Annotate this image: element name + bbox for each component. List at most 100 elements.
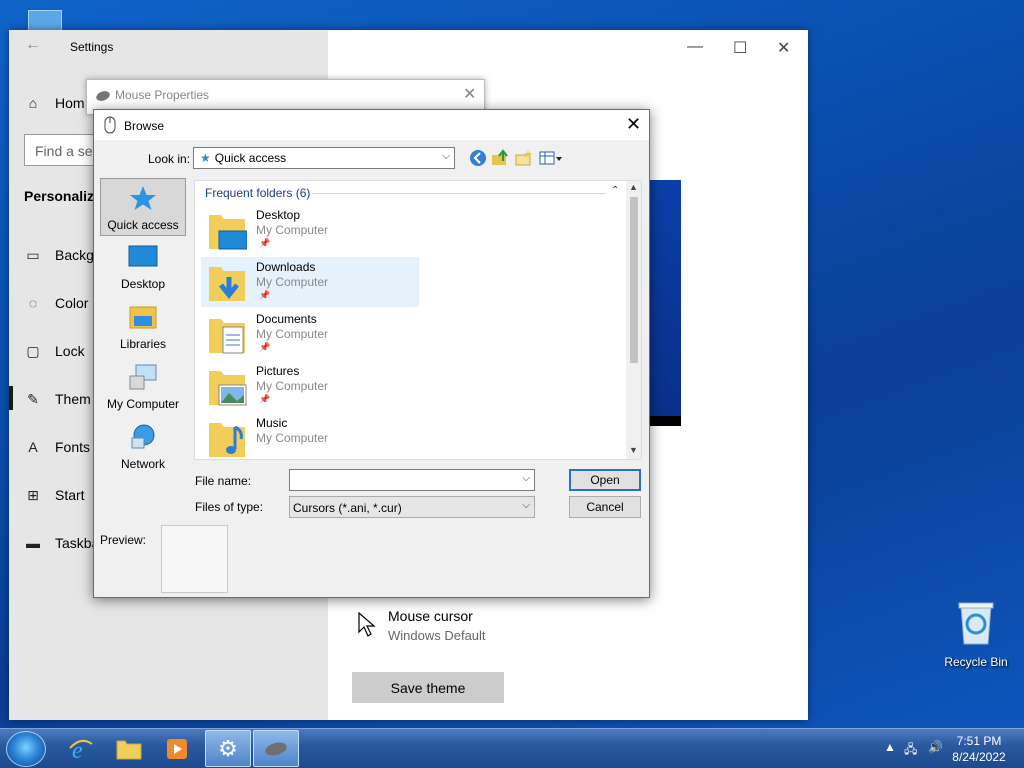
palette-icon: ◌: [28, 295, 38, 311]
group-header[interactable]: Frequent folders (6): [205, 186, 310, 200]
item-location: My Computer: [256, 275, 329, 289]
minimize-icon[interactable]: —: [687, 38, 703, 56]
pin-icon: 📌: [259, 342, 271, 352]
home-icon: ⌂: [28, 95, 38, 111]
taskbar-explorer[interactable]: [106, 730, 152, 767]
close-icon[interactable]: ✕: [626, 114, 641, 135]
chevron-up-icon[interactable]: ⌃: [611, 185, 619, 196]
star-icon: [130, 186, 156, 210]
group-divider: [313, 193, 605, 194]
file-name-input[interactable]: ⌵: [289, 469, 535, 491]
files-of-type-value: Cursors (*.ani, *.cur): [293, 501, 402, 515]
recycle-bin-label: Recycle Bin: [944, 655, 1008, 669]
nav-themes-label: Them: [55, 391, 91, 407]
desktop-icon-partial[interactable]: [28, 10, 62, 32]
nav-fonts[interactable]: A Fonts: [25, 437, 90, 457]
files-of-type-select[interactable]: Cursors (*.ani, *.cur) ⌵: [289, 496, 535, 518]
start-button[interactable]: [6, 731, 46, 767]
close-icon[interactable]: ✕: [463, 84, 476, 104]
file-list[interactable]: Frequent folders (6) ⌃ Desktop My Comput…: [194, 180, 642, 460]
item-location: My Computer: [256, 327, 329, 341]
item-name: Documents: [256, 312, 317, 326]
network-icon[interactable]: 🖧: [904, 740, 917, 761]
preview-label: Preview:: [100, 533, 147, 547]
save-theme-button[interactable]: Save theme: [352, 672, 504, 703]
scroll-thumb[interactable]: [630, 197, 638, 363]
place-label: Libraries: [119, 337, 167, 351]
taskbar-mouse-properties[interactable]: [253, 730, 299, 767]
cancel-button[interactable]: Cancel: [569, 496, 641, 518]
nav-colors[interactable]: ◌ Color: [25, 293, 89, 313]
place-desktop[interactable]: Desktop: [100, 238, 186, 296]
clock[interactable]: 7:51 PM 8/24/2022: [944, 733, 1014, 765]
up-folder-icon[interactable]: [491, 149, 509, 167]
music-folder-icon: [209, 423, 245, 457]
pin-icon: 📌: [259, 394, 271, 404]
folder-icon: [116, 740, 142, 759]
place-label: Quick access: [107, 218, 179, 232]
clock-time: 7:51 PM: [956, 734, 1002, 748]
list-item[interactable]: Desktop My Computer 📌: [201, 205, 419, 255]
place-libraries[interactable]: Libraries: [100, 298, 186, 356]
mouse-cursor-title[interactable]: Mouse cursor: [388, 608, 473, 624]
item-location: My Computer: [256, 431, 329, 445]
nav-start-label: Start: [55, 487, 85, 503]
place-network[interactable]: Network: [100, 418, 186, 476]
chevron-down-icon: ⌵: [522, 500, 530, 511]
theme-preview-image: [649, 180, 681, 426]
place-label: My Computer: [106, 397, 180, 411]
nav-lock-screen[interactable]: ▢ Lock: [25, 341, 84, 361]
themes-icon: ✎: [27, 390, 39, 407]
volume-icon[interactable]: 🔊: [928, 740, 943, 754]
place-my-computer[interactable]: My Computer: [100, 358, 186, 416]
item-name: Downloads: [256, 260, 316, 274]
chevron-down-icon: ⌵: [442, 151, 450, 162]
vertical-scrollbar[interactable]: ▲ ▼: [626, 181, 641, 459]
chevron-down-icon[interactable]: ⌵: [522, 473, 530, 484]
nav-themes[interactable]: ✎ Them: [25, 389, 91, 409]
list-item[interactable]: Music My Computer: [201, 413, 419, 459]
back-icon[interactable]: [469, 149, 487, 167]
look-in-select[interactable]: ★ Quick access ⌵: [193, 147, 455, 169]
taskbar-ie[interactable]: e: [58, 730, 104, 767]
nav-start[interactable]: ⊞ Start: [25, 485, 85, 505]
list-item[interactable]: Pictures My Computer 📌: [201, 361, 419, 411]
back-arrow-icon[interactable]: ←: [25, 36, 41, 54]
new-folder-icon[interactable]: [515, 149, 533, 167]
look-in-label: Look in:: [148, 152, 191, 166]
file-name-label: File name:: [195, 474, 252, 488]
browse-titlebar: Browse ✕: [94, 110, 649, 140]
downloads-folder-icon: [209, 267, 245, 301]
open-button[interactable]: Open: [569, 469, 641, 491]
lock-screen-icon: ▢: [26, 342, 40, 359]
recycle-bin-icon-glyph: [958, 602, 994, 645]
documents-folder-icon: [209, 319, 245, 354]
item-name: Pictures: [256, 364, 300, 378]
maximize-icon[interactable]: ☐: [733, 38, 747, 58]
taskbar-media-player[interactable]: [154, 730, 200, 767]
nav-home[interactable]: ⌂ Hom: [25, 93, 85, 113]
nav-background-label: Backg: [55, 247, 94, 263]
taskbar-settings[interactable]: ⚙: [205, 730, 251, 767]
place-quick-access[interactable]: Quick access: [100, 178, 186, 236]
view-menu-icon[interactable]: [539, 149, 563, 167]
close-icon[interactable]: ✕: [777, 38, 790, 58]
list-item[interactable]: Documents My Computer 📌: [201, 309, 419, 359]
nav-background[interactable]: ▭ Backg: [25, 245, 94, 265]
show-hidden-icons-icon[interactable]: ▲: [884, 740, 896, 754]
computer-icon: [129, 364, 157, 390]
star-icon: ★: [200, 151, 211, 165]
item-name: Desktop: [256, 208, 301, 222]
recycle-bin-icon[interactable]: Recycle Bin: [938, 600, 1014, 669]
clock-date: 8/24/2022: [952, 750, 1006, 764]
nav-home-label: Hom: [55, 95, 85, 111]
scroll-down-icon[interactable]: ▼: [629, 445, 638, 455]
mouse-cursor-icon: [358, 612, 376, 637]
scroll-up-icon[interactable]: ▲: [629, 182, 638, 192]
mouse-properties-title: Mouse Properties: [115, 88, 210, 102]
list-item[interactable]: Downloads My Computer 📌: [201, 257, 419, 307]
network-globe-icon: [131, 424, 155, 449]
nav-taskbar[interactable]: ▬ Taskba: [25, 533, 99, 553]
nav-colors-label: Color: [55, 295, 89, 311]
section-title: Personaliz: [24, 188, 95, 204]
